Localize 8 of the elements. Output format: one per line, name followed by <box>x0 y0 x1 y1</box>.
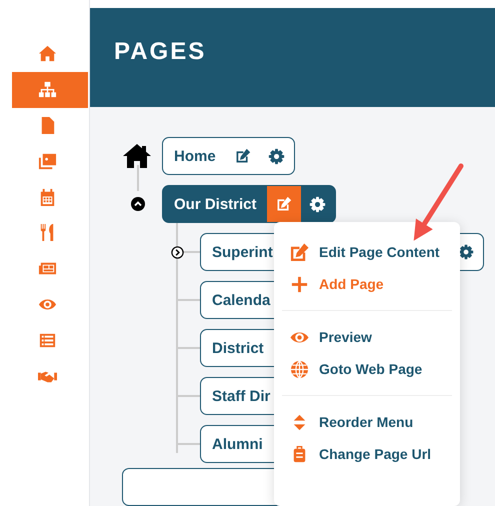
node-label: Staff Dir <box>211 388 272 404</box>
node-label: Our District <box>173 196 258 212</box>
node-label: Superint <box>211 244 274 260</box>
node-label: Home <box>173 148 217 164</box>
node-label: Calenda <box>211 292 272 308</box>
page-title: PAGES <box>114 38 208 66</box>
node-label: District <box>211 340 265 356</box>
node-label: Alumni <box>211 436 264 452</box>
